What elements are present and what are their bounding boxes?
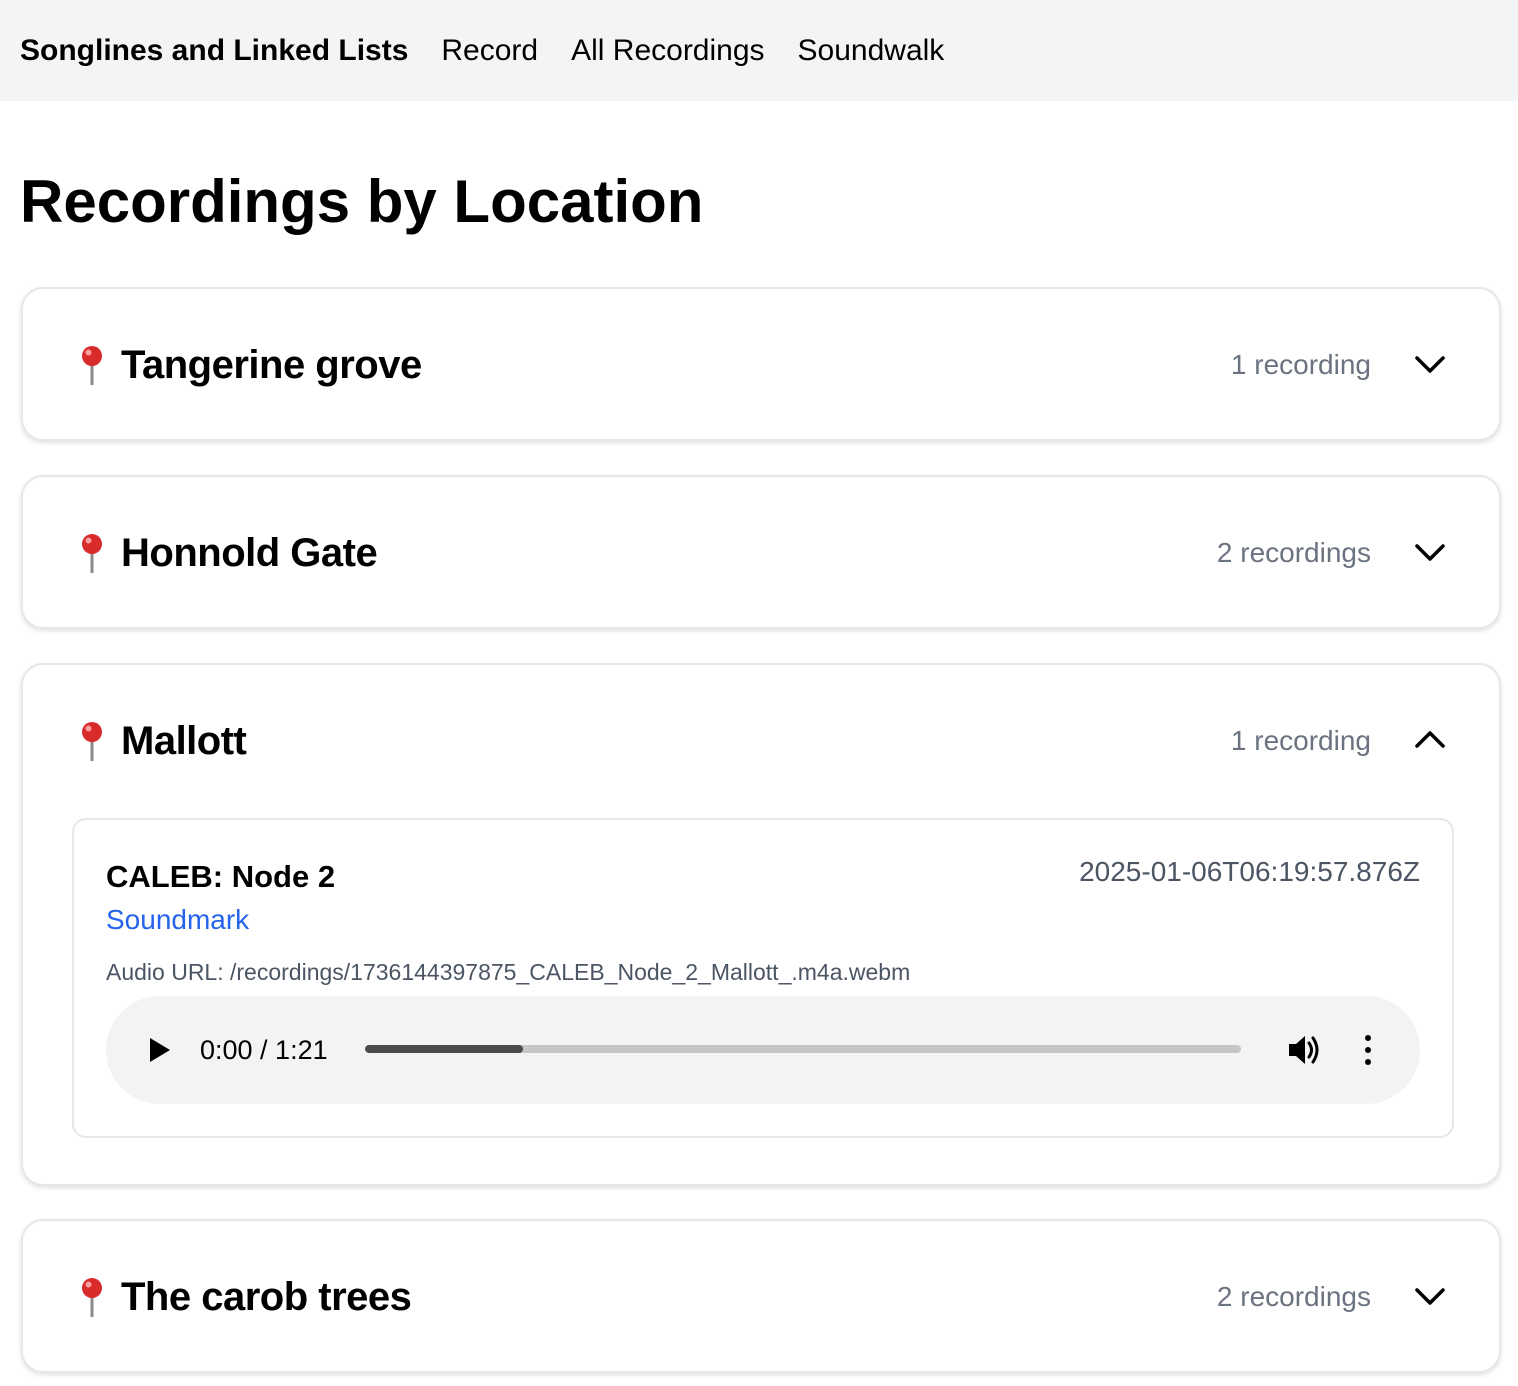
location-name: Mallott xyxy=(121,719,247,763)
nav-link-soundwalk[interactable]: Soundwalk xyxy=(798,34,945,68)
top-nav: Songlines and Linked Lists Record All Re… xyxy=(0,0,1518,101)
nav-link-all-recordings[interactable]: All Recordings xyxy=(571,34,764,68)
pin-icon xyxy=(82,722,102,761)
soundmark-link[interactable]: Soundmark xyxy=(106,902,249,938)
page-title: Recordings by Location xyxy=(20,168,704,235)
nav-link-record[interactable]: Record xyxy=(441,34,538,68)
volume-icon[interactable] xyxy=(1286,1032,1322,1068)
location-name: The carob trees xyxy=(121,1275,412,1319)
recording-count: 2 recordings xyxy=(1216,1281,1371,1312)
location-header-honnold-gate[interactable]: Honnold Gate 2 recordings xyxy=(23,477,1499,629)
location-header-tangerine-grove[interactable]: Tangerine grove 1 recording xyxy=(23,289,1499,441)
recording-timestamp: 2025-01-06T06:19:57.876Z xyxy=(1079,856,1420,887)
location-name: Honnold Gate xyxy=(121,531,378,575)
location-header-mallott[interactable]: Mallott 1 recording xyxy=(23,665,1499,817)
pin-icon xyxy=(82,346,102,385)
progress-fill xyxy=(365,1045,523,1053)
recording-count: 2 recordings xyxy=(1216,537,1371,568)
chevron-down-icon[interactable] xyxy=(1413,349,1447,379)
recording-item: CALEB: Node 2 2025-01-06T06:19:57.876Z S… xyxy=(72,818,1454,1138)
location-card: The carob trees 2 recordings xyxy=(21,1219,1501,1373)
location-card: Honnold Gate 2 recordings xyxy=(21,475,1501,629)
more-vertical-icon[interactable] xyxy=(1356,1032,1380,1068)
recording-title: CALEB: Node 2 xyxy=(106,859,336,894)
location-name: Tangerine grove xyxy=(121,343,422,387)
chevron-down-icon[interactable] xyxy=(1413,537,1447,567)
audio-player: 0:00 / 1:21 xyxy=(106,996,1420,1104)
pin-icon xyxy=(82,534,102,573)
brand-link[interactable]: Songlines and Linked Lists xyxy=(20,34,408,68)
progress-bar[interactable] xyxy=(365,1045,1241,1053)
chevron-down-icon[interactable] xyxy=(1413,1281,1447,1311)
audio-url-text: Audio URL: /recordings/1736144397875_CAL… xyxy=(106,959,911,985)
recording-count: 1 recording xyxy=(1230,349,1371,380)
playback-time: 0:00 / 1:21 xyxy=(200,1035,328,1065)
location-card: Mallott 1 recording CALEB: Node 2 2025-0… xyxy=(21,663,1501,1186)
play-icon[interactable] xyxy=(146,1036,172,1064)
chevron-up-icon[interactable] xyxy=(1413,725,1447,755)
recording-count: 1 recording xyxy=(1230,725,1371,756)
pin-icon xyxy=(82,1278,102,1317)
location-header-the-carob-trees[interactable]: The carob trees 2 recordings xyxy=(23,1221,1499,1373)
location-card: Tangerine grove 1 recording xyxy=(21,287,1501,441)
